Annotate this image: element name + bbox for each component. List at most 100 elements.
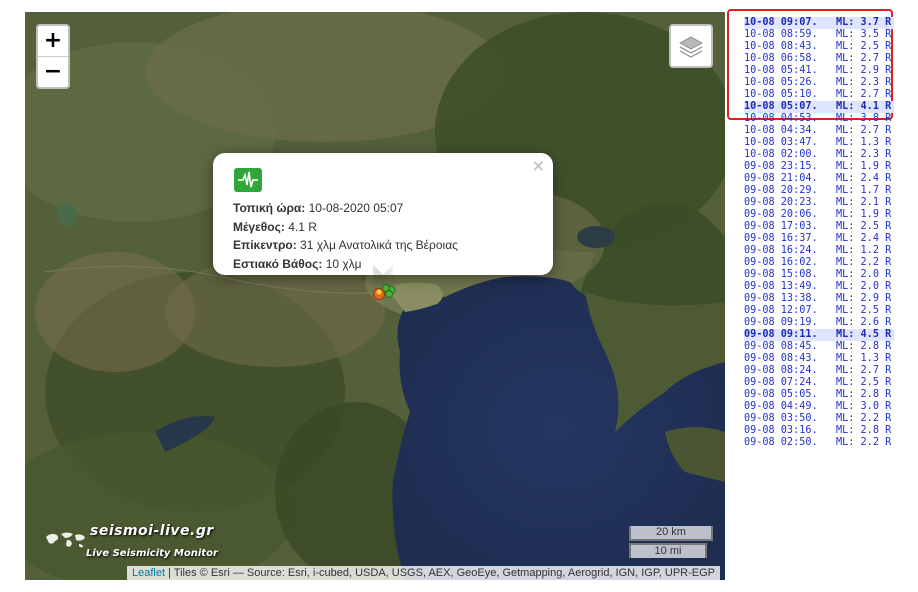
zoom-in-button[interactable]: + bbox=[38, 26, 68, 57]
quake-magnitude: ML: 1.3 R bbox=[836, 137, 892, 148]
quake-magnitude: ML: 2.7 R bbox=[836, 365, 892, 376]
quake-time: 10-08 08:59. bbox=[744, 29, 818, 40]
zoom-control: + − bbox=[36, 24, 70, 89]
layers-button[interactable] bbox=[669, 24, 713, 68]
quake-time: 10-08 05:26. bbox=[744, 77, 818, 88]
quake-list-item[interactable]: 10-08 04:34. ML: 2.7 R bbox=[744, 125, 894, 137]
quake-time: 10-08 04:34. bbox=[744, 125, 818, 136]
quake-time: 09-08 21:04. bbox=[744, 173, 818, 184]
quake-list-item[interactable]: 10-08 09:07. ML: 3.7 R bbox=[744, 17, 894, 29]
quake-time: 09-08 08:45. bbox=[744, 341, 818, 352]
quake-magnitude: ML: 4.5 R bbox=[836, 329, 892, 340]
quake-list-item[interactable]: 09-08 09:19. ML: 2.6 R bbox=[744, 317, 894, 329]
popup-details: Τοπική ώρα: 10-08-2020 05:07 Μέγεθος: 4.… bbox=[233, 199, 458, 273]
quake-list-item[interactable]: 09-08 16:02. ML: 2.2 R bbox=[744, 257, 894, 269]
quake-magnitude: ML: 3.8 R bbox=[836, 113, 892, 124]
quake-list-item[interactable]: 09-08 13:38. ML: 2.9 R bbox=[744, 293, 894, 305]
quake-list-item[interactable]: 09-08 02:50. ML: 2.2 R bbox=[744, 437, 894, 449]
quake-list-item[interactable]: 09-08 08:43. ML: 1.3 R bbox=[744, 353, 894, 365]
quake-list-item[interactable]: 10-08 05:07. ML: 4.1 R bbox=[744, 101, 894, 113]
quake-time: 10-08 04:53. bbox=[744, 113, 818, 124]
quake-magnitude: ML: 2.7 R bbox=[836, 125, 892, 136]
quake-time: 09-08 20:29. bbox=[744, 185, 818, 196]
epicenter-popup: × Τοπική ώρα: 10-08-2020 05:07 Μέγεθος: … bbox=[213, 153, 553, 275]
quake-time: 09-08 20:06. bbox=[744, 209, 818, 220]
quake-list-item[interactable]: 10-08 03:47. ML: 1.3 R bbox=[744, 137, 894, 149]
popup-tip bbox=[373, 265, 393, 285]
quake-magnitude: ML: 2.1 R bbox=[836, 197, 892, 208]
map[interactable]: + − × Τοπική ώρα: 10-08-2020 05:07 Μέγεθ… bbox=[25, 12, 725, 580]
quake-list-item[interactable]: 09-08 07:24. ML: 2.5 R bbox=[744, 377, 894, 389]
quake-time: 09-08 09:11. bbox=[744, 329, 818, 340]
quake-time: 10-08 03:47. bbox=[744, 137, 818, 148]
quake-list-item[interactable]: 09-08 04:49. ML: 3.0 R bbox=[744, 401, 894, 413]
quake-list-item[interactable]: 09-08 12:07. ML: 2.5 R bbox=[744, 305, 894, 317]
quake-time: 09-08 04:49. bbox=[744, 401, 818, 412]
quake-list-item[interactable]: 09-08 20:23. ML: 2.1 R bbox=[744, 197, 894, 209]
quake-time: 09-08 15:08. bbox=[744, 269, 818, 280]
popup-close-button[interactable]: × bbox=[532, 156, 545, 175]
quake-list-item[interactable]: 09-08 16:37. ML: 2.4 R bbox=[744, 233, 894, 245]
quake-list-item[interactable]: 09-08 03:50. ML: 2.2 R bbox=[744, 413, 894, 425]
quake-time: 10-08 02:00. bbox=[744, 149, 818, 160]
quake-list-item[interactable]: 10-08 08:43. ML: 2.5 R bbox=[744, 41, 894, 53]
quake-list-item[interactable]: 10-08 05:26. ML: 2.3 R bbox=[744, 77, 894, 89]
quake-time: 09-08 07:24. bbox=[744, 377, 818, 388]
quake-time: 09-08 16:37. bbox=[744, 233, 818, 244]
quake-list-item[interactable]: 10-08 06:58. ML: 2.7 R bbox=[744, 53, 894, 65]
quake-list-item[interactable]: 09-08 15:08. ML: 2.0 R bbox=[744, 269, 894, 281]
quake-magnitude: ML: 2.7 R bbox=[836, 89, 892, 100]
quake-time: 09-08 03:16. bbox=[744, 425, 818, 436]
quake-magnitude: ML: 2.2 R bbox=[836, 413, 892, 424]
quake-time: 10-08 09:07. bbox=[744, 17, 818, 28]
quake-time: 09-08 03:50. bbox=[744, 413, 818, 424]
epicenter-markers[interactable] bbox=[369, 284, 399, 304]
quake-magnitude: ML: 1.2 R bbox=[836, 245, 892, 256]
quake-magnitude: ML: 2.5 R bbox=[836, 377, 892, 388]
quake-list-item[interactable]: 09-08 17:03. ML: 2.5 R bbox=[744, 221, 894, 233]
quake-time: 10-08 05:07. bbox=[744, 101, 818, 112]
quake-magnitude: ML: 2.0 R bbox=[836, 269, 892, 280]
quake-list-item[interactable]: 10-08 04:53. ML: 3.8 R bbox=[744, 113, 894, 125]
quake-list-item[interactable]: 09-08 16:24. ML: 1.2 R bbox=[744, 245, 894, 257]
world-map-logo-icon bbox=[46, 532, 85, 548]
quake-time: 09-08 05:05. bbox=[744, 389, 818, 400]
quake-list-item[interactable]: 09-08 23:15. ML: 1.9 R bbox=[744, 161, 894, 173]
quake-magnitude: ML: 2.2 R bbox=[836, 257, 892, 268]
quake-list-item[interactable]: 10-08 05:41. ML: 2.9 R bbox=[744, 65, 894, 77]
quake-list-item[interactable]: 10-08 05:10. ML: 2.7 R bbox=[744, 89, 894, 101]
quake-magnitude: ML: 3.5 R bbox=[836, 29, 892, 40]
quake-magnitude: ML: 2.5 R bbox=[836, 41, 892, 52]
quake-time: 09-08 09:19. bbox=[744, 317, 818, 328]
quake-magnitude: ML: 1.9 R bbox=[836, 161, 892, 172]
zoom-out-button[interactable]: − bbox=[38, 57, 68, 87]
quake-list-item[interactable]: 10-08 02:00. ML: 2.3 R bbox=[744, 149, 894, 161]
quake-time: 09-08 13:38. bbox=[744, 293, 818, 304]
quake-list-item[interactable]: 09-08 21:04. ML: 2.4 R bbox=[744, 173, 894, 185]
quake-list-item[interactable]: 09-08 08:24. ML: 2.7 R bbox=[744, 365, 894, 377]
leaflet-link[interactable]: Leaflet bbox=[132, 567, 165, 579]
quake-list-item[interactable]: 09-08 03:16. ML: 2.8 R bbox=[744, 425, 894, 437]
quake-magnitude: ML: 2.6 R bbox=[836, 317, 892, 328]
quake-magnitude: ML: 2.4 R bbox=[836, 173, 892, 184]
quake-magnitude: ML: 2.8 R bbox=[836, 389, 892, 400]
quake-time: 09-08 16:02. bbox=[744, 257, 818, 268]
quake-list-item[interactable]: 09-08 20:06. ML: 1.9 R bbox=[744, 209, 894, 221]
quake-list-item[interactable]: 09-08 08:45. ML: 2.8 R bbox=[744, 341, 894, 353]
quake-time: 09-08 08:24. bbox=[744, 365, 818, 376]
quake-list-item[interactable]: 09-08 09:11. ML: 4.5 R bbox=[744, 329, 894, 341]
quake-magnitude: ML: 2.5 R bbox=[836, 305, 892, 316]
quake-list-item[interactable]: 09-08 13:49. ML: 2.0 R bbox=[744, 281, 894, 293]
quake-magnitude: ML: 2.2 R bbox=[836, 437, 892, 448]
quake-magnitude: ML: 1.3 R bbox=[836, 353, 892, 364]
quake-list-item[interactable]: 10-08 08:59. ML: 3.5 R bbox=[744, 29, 894, 41]
quake-time: 10-08 06:58. bbox=[744, 53, 818, 64]
quake-list-item[interactable]: 09-08 05:05. ML: 2.8 R bbox=[744, 389, 894, 401]
quake-list-item[interactable]: 09-08 20:29. ML: 1.7 R bbox=[744, 185, 894, 197]
map-attribution: Leaflet | Tiles © Esri — Source: Esri, i… bbox=[127, 566, 720, 580]
quake-time: 10-08 08:43. bbox=[744, 41, 818, 52]
quake-magnitude: ML: 2.9 R bbox=[836, 293, 892, 304]
quake-magnitude: ML: 2.3 R bbox=[836, 149, 892, 160]
quake-time: 10-08 05:10. bbox=[744, 89, 818, 100]
quake-time: 09-08 13:49. bbox=[744, 281, 818, 292]
